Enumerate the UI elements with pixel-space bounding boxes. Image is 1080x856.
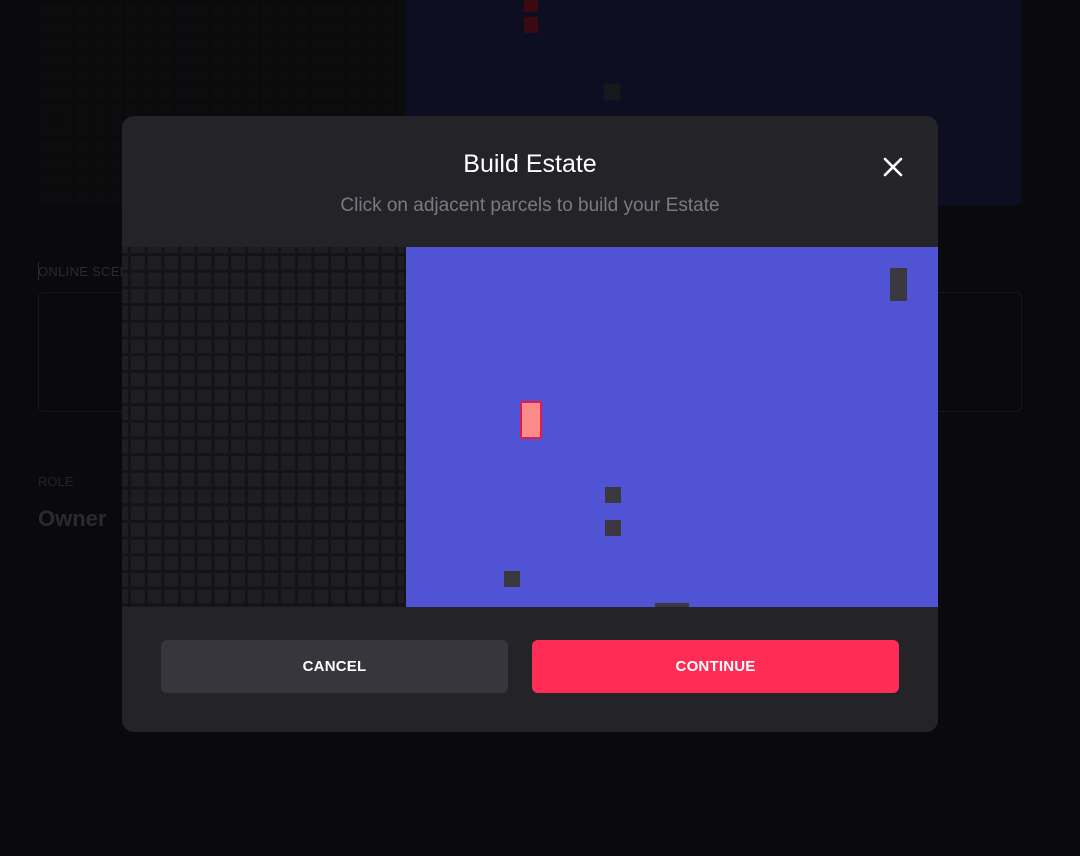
- map-estate-area[interactable]: [406, 247, 938, 607]
- modal-title: Build Estate: [463, 150, 597, 178]
- background-parcel: [524, 0, 538, 12]
- map-parcel[interactable]: [605, 487, 621, 503]
- map-parcel[interactable]: [605, 520, 621, 536]
- parcel-map[interactable]: [122, 247, 938, 607]
- build-estate-modal: Build Estate Click on adjacent parcels t…: [122, 116, 938, 732]
- role-label: ROLE: [38, 474, 74, 489]
- map-parcel[interactable]: [890, 268, 907, 301]
- map-parcel[interactable]: [504, 571, 520, 587]
- close-button[interactable]: [876, 150, 910, 184]
- map-parcel[interactable]: [655, 603, 689, 607]
- cancel-button[interactable]: CANCEL: [161, 640, 508, 693]
- selected-parcel[interactable]: [520, 401, 542, 439]
- background-parcel: [604, 84, 620, 100]
- role-value: Owner: [38, 506, 107, 531]
- continue-button[interactable]: CONTINUE: [532, 640, 899, 693]
- map-grid-area[interactable]: [122, 247, 406, 607]
- modal-subtitle: Click on adjacent parcels to build your …: [340, 195, 720, 216]
- background-parcel: [524, 17, 538, 33]
- close-icon: [883, 157, 903, 177]
